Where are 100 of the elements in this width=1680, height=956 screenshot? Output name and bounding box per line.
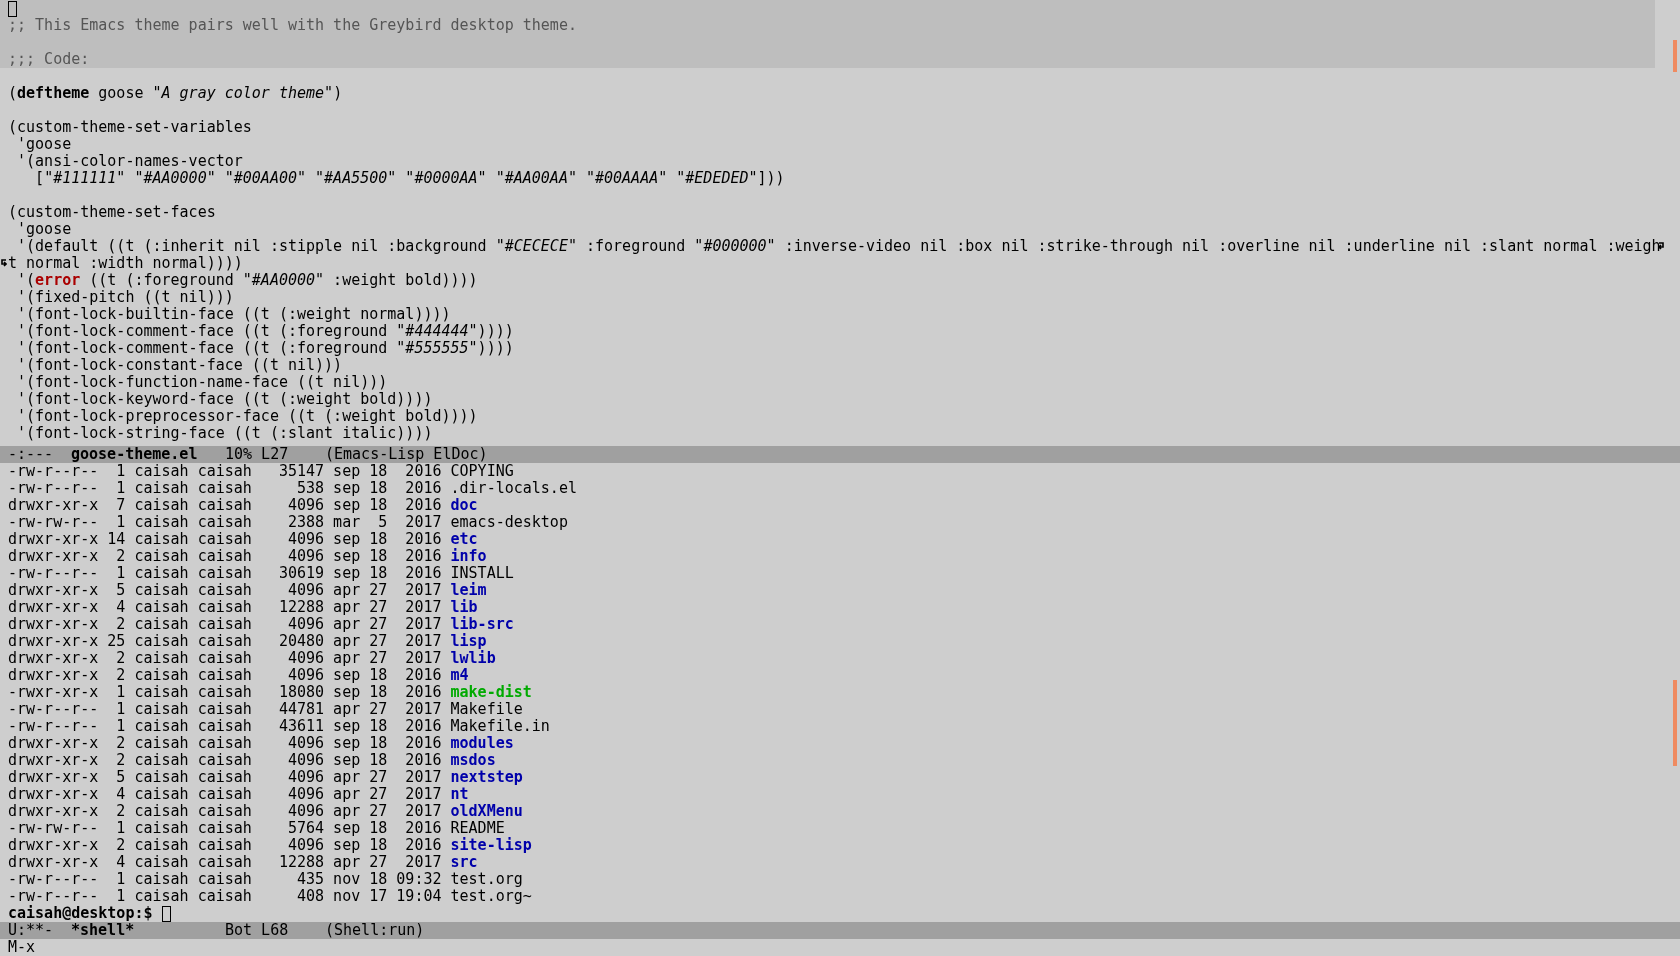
minibuffer-prompt[interactable]: M-x xyxy=(8,938,36,956)
buffer-name[interactable]: goose-theme.el xyxy=(71,446,225,463)
file-name: test.org xyxy=(450,870,523,888)
file-name: COPYING xyxy=(450,463,514,480)
file-details: drwxr-xr-x 7 caisah caisah 4096 sep 18 2016 xyxy=(8,496,442,514)
mode-line-state: U:**- xyxy=(8,922,55,939)
file-details: drwxr-xr-x 2 caisah caisah 4096 sep 18 2016 xyxy=(8,836,442,854)
directory-name: m4 xyxy=(450,666,469,684)
file-name: Makefile xyxy=(450,700,523,718)
code-text: )))) xyxy=(477,339,514,357)
directory-name: lib-src xyxy=(450,615,514,633)
file-details: drwxr-xr-x 2 caisah caisah 4096 sep 18 2016 xyxy=(8,666,442,684)
code-text: (custom-theme-set-variables xyxy=(8,118,252,136)
code-text: '(ansi-color-names-vector xyxy=(16,152,243,170)
string-text: "A gray color theme" xyxy=(152,84,334,102)
file-details: drwxr-xr-x 4 caisah caisah 12288 apr 27 2017 xyxy=(8,598,442,616)
file-details: -rw-rw-r-- 1 caisah caisah 2388 mar 5 2017 xyxy=(8,513,442,531)
code-text: :inverse-video nil :box nil :strike-through nil :overline nil :underline nil :slant normal :weigh xyxy=(783,237,1661,255)
string-text: "#555555" xyxy=(396,339,478,357)
file-details: drwxr-xr-x 5 caisah caisah 4096 apr 27 2017 xyxy=(8,768,442,786)
file-details: drwxr-xr-x 2 caisah caisah 4096 apr 27 2017 xyxy=(8,615,442,633)
string-text: "#444444" xyxy=(396,322,478,340)
file-name: INSTALL xyxy=(450,564,514,582)
file-details: drwxr-xr-x 4 caisah caisah 4096 apr 27 2017 xyxy=(8,785,442,803)
file-details: -rw-r--r-- 1 caisah caisah 538 sep 18 2016 xyxy=(8,479,442,497)
directory-name: lisp xyxy=(450,632,487,650)
file-details: drwxr-xr-x 2 caisah caisah 4096 sep 18 2016 xyxy=(8,751,442,769)
code-text: t normal :width normal)))) xyxy=(8,254,243,272)
string-text: "#000000" xyxy=(694,237,776,255)
code-text: [ xyxy=(34,169,45,187)
file-details: -rw-r--r-- 1 caisah caisah 35147 sep 18 2016 xyxy=(8,463,442,480)
string-text: "#AA0000" xyxy=(242,271,325,289)
file-details: drwxr-xr-x 2 caisah caisah 4096 sep 18 2016 xyxy=(8,734,442,752)
buffer-position: 10% L27 xyxy=(225,446,290,463)
file-name: make-dist xyxy=(450,683,532,701)
code-text: 'goose xyxy=(16,220,72,238)
code-text: '(font-lock-function-name-face ((t nil))) xyxy=(16,373,388,391)
directory-name: info xyxy=(450,547,487,565)
file-name: Makefile.in xyxy=(450,717,550,735)
directory-name: site-lisp xyxy=(450,836,532,854)
code-text: '(font-lock-preprocessor-face ((t (:weight bold)))) xyxy=(16,407,478,425)
scrollbar-thumb[interactable] xyxy=(1673,680,1677,766)
code-text: '(fixed-pitch ((t nil))) xyxy=(16,288,234,306)
mode-line-state: -:--- xyxy=(8,446,55,463)
scrollbar-thumb[interactable] xyxy=(1673,40,1677,72)
code-text: '(font-lock-constant-face ((t nil))) xyxy=(16,356,343,374)
code-text: (custom-theme-set-faces xyxy=(8,203,216,221)
file-name: emacs-desktop xyxy=(450,513,568,531)
file-details: -rw-r--r-- 1 caisah caisah 43611 sep 18 2016 xyxy=(8,717,442,735)
code-text: ) xyxy=(333,84,343,102)
file-details: drwxr-xr-x 25 caisah caisah 20480 apr 27 2017 xyxy=(8,632,442,650)
directory-name: oldXMenu xyxy=(450,802,523,820)
directory-name: etc xyxy=(450,530,478,548)
code-text: ( xyxy=(8,84,18,102)
major-mode[interactable]: (Emacs-Lisp ElDoc) xyxy=(325,446,488,463)
file-details: -rw-r--r-- 1 caisah caisah 408 nov 17 19:04 xyxy=(8,887,442,905)
file-details: -rw-r--r-- 1 caisah caisah 44781 apr 27 2017 xyxy=(8,700,442,718)
comment-text: ;; This Emacs theme pairs well with the Greybird desktop theme. xyxy=(8,16,577,34)
code-text: :weight bold)))) xyxy=(332,271,478,289)
keyword-text: deftheme xyxy=(17,84,90,102)
file-details: drwxr-xr-x 2 caisah caisah 4096 sep 18 2016 xyxy=(8,547,442,565)
error-keyword: error xyxy=(35,271,81,289)
major-mode[interactable]: (Shell:run) xyxy=(325,922,425,939)
buffer-position: Bot L68 xyxy=(225,922,290,939)
string-text: "#111111" "#AA0000" "#00AA00" "#AA5500" "#0000AA" "#AA00AA" "#00AAAA" "#EDEDED" xyxy=(44,169,758,187)
directory-name: lib xyxy=(450,598,478,616)
file-details: -rw-r--r-- 1 caisah caisah 30619 sep 18 2016 xyxy=(8,564,442,582)
code-text: ((t (:foreground xyxy=(88,271,235,289)
file-details: drwxr-xr-x 5 caisah caisah 4096 apr 27 2017 xyxy=(8,581,442,599)
shell-prompt: caisah@desktop:$ xyxy=(8,904,153,922)
directory-name: src xyxy=(450,853,478,871)
directory-name: nextstep xyxy=(450,768,523,786)
code-text: '(font-lock-builtin-face ((t (:weight normal)))) xyxy=(16,305,451,323)
file-details: drwxr-xr-x 2 caisah caisah 4096 apr 27 2017 xyxy=(8,649,442,667)
directory-name: leim xyxy=(450,581,487,599)
buffer-name[interactable]: *shell* xyxy=(71,922,225,939)
directory-name: nt xyxy=(450,785,469,803)
file-details: drwxr-xr-x 2 caisah caisah 4096 apr 27 2017 xyxy=(8,802,442,820)
directory-name: msdos xyxy=(450,751,496,769)
code-text: '(font-lock-comment-face ((t (:foreground xyxy=(16,322,389,340)
code-text: '(font-lock-keyword-face ((t (:weight bold)))) xyxy=(16,390,433,408)
file-details: -rw-rw-r-- 1 caisah caisah 5764 sep 18 2016 xyxy=(8,819,442,837)
file-details: -rw-r--r-- 1 caisah caisah 435 nov 18 09:32 xyxy=(8,870,442,888)
file-details: -rwxr-xr-x 1 caisah caisah 18080 sep 18 2016 xyxy=(8,683,442,701)
file-name: .dir-locals.el xyxy=(450,479,577,497)
code-text: '(font-lock-comment-face ((t (:foreground xyxy=(16,339,389,357)
file-name: README xyxy=(450,819,505,837)
file-details: drwxr-xr-x 14 caisah caisah 4096 sep 18 2016 xyxy=(8,530,442,548)
code-text: :foreground xyxy=(584,237,687,255)
code-text: '( xyxy=(16,271,36,289)
code-text: 'goose xyxy=(16,135,72,153)
code-text: ])) xyxy=(757,169,785,187)
code-text: goose xyxy=(97,84,145,102)
directory-name: lwlib xyxy=(450,649,496,667)
code-text: )))) xyxy=(477,322,514,340)
file-details: drwxr-xr-x 4 caisah caisah 12288 apr 27 2017 xyxy=(8,853,442,871)
comment-text: ;;; Code: xyxy=(8,50,90,68)
directory-name: doc xyxy=(450,496,478,514)
directory-name: modules xyxy=(450,734,514,752)
file-name: test.org~ xyxy=(450,887,532,905)
